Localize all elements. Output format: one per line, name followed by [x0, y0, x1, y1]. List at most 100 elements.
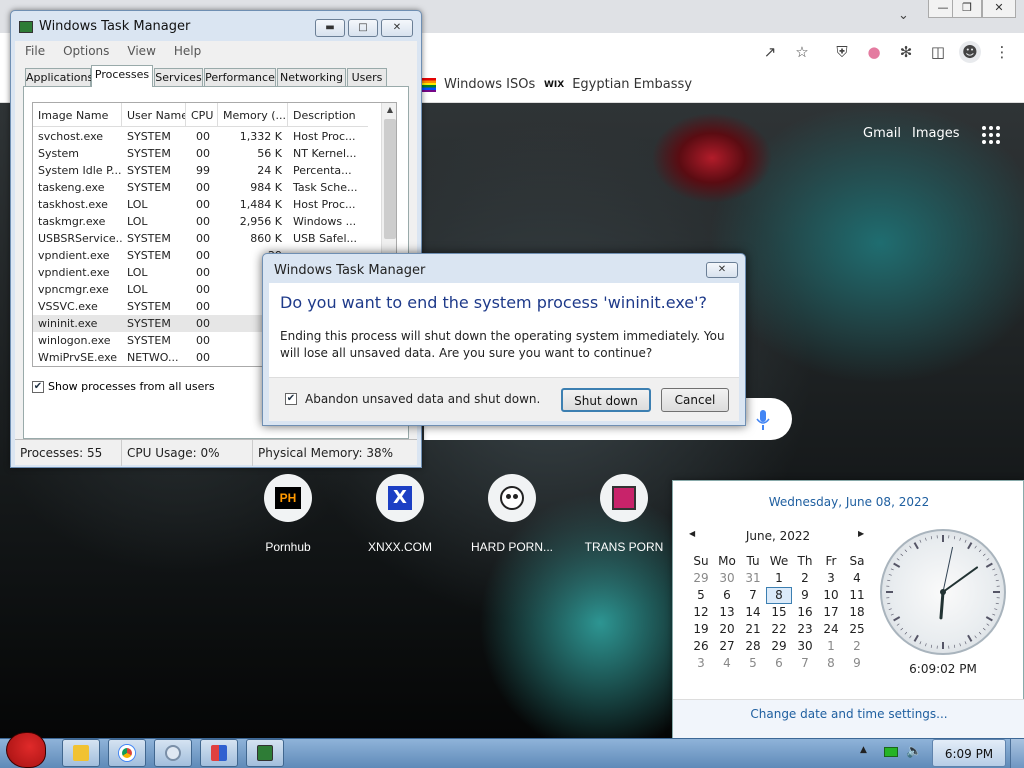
tab-networking[interactable]: Networking — [277, 68, 346, 86]
calendar-day[interactable]: 1 — [818, 638, 844, 655]
profile-avatar-icon[interactable]: ☻ — [959, 41, 981, 63]
calendar-day[interactable]: 5 — [740, 655, 766, 672]
abandon-data-option[interactable]: ✔ Abandon unsaved data and shut down. — [285, 392, 540, 406]
calendar-day[interactable]: 4 — [844, 570, 870, 587]
shortcut-xnxx[interactable]: X XNXX.COM — [345, 474, 455, 554]
show-all-processes-option[interactable]: ✔ Show processes from all users — [32, 380, 215, 393]
table-row[interactable]: System SYSTEM 00 56 K NT Kernel... — [33, 145, 368, 162]
tab-performance[interactable]: Performance — [204, 68, 276, 86]
bookmark-windows-isos[interactable]: Windows ISOs — [420, 77, 535, 92]
scrollbar-thumb[interactable] — [384, 119, 396, 239]
calendar-day[interactable]: 7 — [740, 587, 766, 604]
calendar-day[interactable]: 8 — [818, 655, 844, 672]
extensions-puzzle-icon[interactable]: ✻ — [897, 43, 915, 61]
taskbar-clock[interactable]: 6:09 PM — [932, 739, 1006, 767]
tab-processes[interactable]: Processes — [91, 65, 153, 87]
taskbar-task-manager-button[interactable] — [246, 739, 284, 767]
calendar-day[interactable]: 20 — [714, 621, 740, 638]
abandon-checkbox[interactable]: ✔ — [285, 393, 297, 405]
tab-users[interactable]: Users — [347, 68, 387, 86]
taskbar-app-button[interactable] — [154, 739, 192, 767]
tab-services[interactable]: Services — [154, 68, 203, 86]
browser-close-button[interactable]: ✕ — [982, 0, 1016, 18]
calendar-day[interactable]: 30 — [792, 638, 818, 655]
calendar-day[interactable]: 11 — [844, 587, 870, 604]
calendar-day[interactable]: 4 — [714, 655, 740, 672]
table-row[interactable]: svchost.exe SYSTEM 00 1,332 K Host Proc... — [33, 128, 368, 145]
extension-flag-icon[interactable]: ● — [865, 43, 883, 61]
next-month-icon[interactable]: ▶ — [858, 529, 864, 538]
menu-file[interactable]: File — [25, 41, 45, 61]
calendar-day[interactable]: 17 — [818, 604, 844, 621]
start-button-angry-bird-icon[interactable] — [6, 732, 46, 768]
close-button[interactable]: ✕ — [381, 19, 413, 37]
calendar-day[interactable]: 5 — [688, 587, 714, 604]
calendar-day[interactable]: 18 — [844, 604, 870, 621]
dialog-close-button[interactable]: ✕ — [706, 262, 738, 278]
shortcut-trans-porn[interactable]: TRANS PORN — [569, 474, 679, 554]
tab-search-icon[interactable]: ⌄ — [898, 8, 909, 23]
column-user-name[interactable]: User Name — [122, 103, 186, 127]
browser-menu-icon[interactable]: ⋮ — [993, 43, 1011, 61]
calendar-day[interactable]: 12 — [688, 604, 714, 621]
taskbar-chrome-button[interactable] — [108, 739, 146, 767]
calendar-day[interactable]: 10 — [818, 587, 844, 604]
voice-search-icon[interactable] — [756, 410, 770, 430]
calendar-day[interactable]: 22 — [766, 621, 792, 638]
calendar-day[interactable]: 16 — [792, 604, 818, 621]
taskbar-explorer-button[interactable] — [62, 739, 100, 767]
calendar-day[interactable]: 26 — [688, 638, 714, 655]
menu-view[interactable]: View — [127, 41, 155, 61]
browser-restore-button[interactable]: ❐ — [952, 0, 982, 18]
minimize-button[interactable]: ▬ — [315, 19, 345, 37]
maximize-button[interactable]: □ — [348, 19, 378, 37]
menu-help[interactable]: Help — [174, 41, 201, 61]
calendar-day[interactable]: 6 — [714, 587, 740, 604]
column-image-name[interactable]: Image Name — [33, 103, 122, 127]
calendar-day[interactable]: 3 — [818, 570, 844, 587]
table-row[interactable]: taskhost.exe LOL 00 1,484 K Host Proc... — [33, 196, 368, 213]
cancel-button[interactable]: Cancel — [661, 388, 729, 412]
calendar-day[interactable]: 9 — [792, 587, 818, 604]
menu-options[interactable]: Options — [63, 41, 109, 61]
calendar-day[interactable]: 29 — [688, 570, 714, 587]
bookmark-star-icon[interactable]: ☆ — [793, 43, 811, 61]
taskbar-paint-button[interactable] — [200, 739, 238, 767]
calendar-day[interactable]: 8 — [766, 587, 792, 604]
calendar-day[interactable]: 9 — [844, 655, 870, 672]
shortcut-pornhub[interactable]: PH Pornhub — [233, 474, 343, 554]
month-header[interactable]: June, 2022 — [693, 529, 863, 543]
calendar-day[interactable]: 1 — [766, 570, 792, 587]
images-link[interactable]: Images — [912, 126, 960, 141]
calendar-day[interactable]: 3 — [688, 655, 714, 672]
google-apps-icon[interactable] — [982, 126, 1000, 144]
calendar-day[interactable]: 14 — [740, 604, 766, 621]
side-panel-icon[interactable]: ◫ — [929, 43, 947, 61]
calendar-day[interactable]: 25 — [844, 621, 870, 638]
show-all-checkbox[interactable]: ✔ — [32, 380, 44, 393]
calendar-day[interactable]: 2 — [844, 638, 870, 655]
calendar-day[interactable]: 6 — [766, 655, 792, 672]
battery-icon[interactable] — [884, 747, 898, 757]
calendar-day[interactable]: 15 — [766, 604, 792, 621]
show-desktop-button[interactable] — [1010, 739, 1024, 768]
tab-applications[interactable]: Applications — [25, 68, 93, 86]
calendar-day[interactable]: 13 — [714, 604, 740, 621]
calendar-day[interactable]: 29 — [766, 638, 792, 655]
long-date-link[interactable]: Wednesday, June 08, 2022 — [673, 495, 1024, 509]
calendar-day[interactable]: 23 — [792, 621, 818, 638]
table-row[interactable]: taskmgr.exe LOL 00 2,956 K Windows ... — [33, 213, 368, 230]
calendar-day[interactable]: 27 — [714, 638, 740, 655]
calendar-day[interactable]: 2 — [792, 570, 818, 587]
bookmark-egyptian-embassy[interactable]: WIX Egyptian Embassy — [544, 77, 692, 92]
change-date-time-settings-link[interactable]: Change date and time settings... — [673, 707, 1024, 721]
scroll-up-arrow-icon[interactable]: ▲ — [382, 105, 396, 117]
table-row[interactable]: USBSRService... SYSTEM 00 860 K USB Safel... — [33, 230, 368, 247]
calendar-day[interactable]: 7 — [792, 655, 818, 672]
show-hidden-icons-icon[interactable]: ▲ — [860, 745, 867, 755]
shut-down-button[interactable]: Shut down — [561, 388, 651, 412]
column-memory[interactable]: Memory (... — [218, 103, 288, 127]
calendar-day[interactable]: 28 — [740, 638, 766, 655]
table-row[interactable]: taskeng.exe SYSTEM 00 984 K Task Sche... — [33, 179, 368, 196]
column-description[interactable]: Description — [288, 103, 368, 127]
